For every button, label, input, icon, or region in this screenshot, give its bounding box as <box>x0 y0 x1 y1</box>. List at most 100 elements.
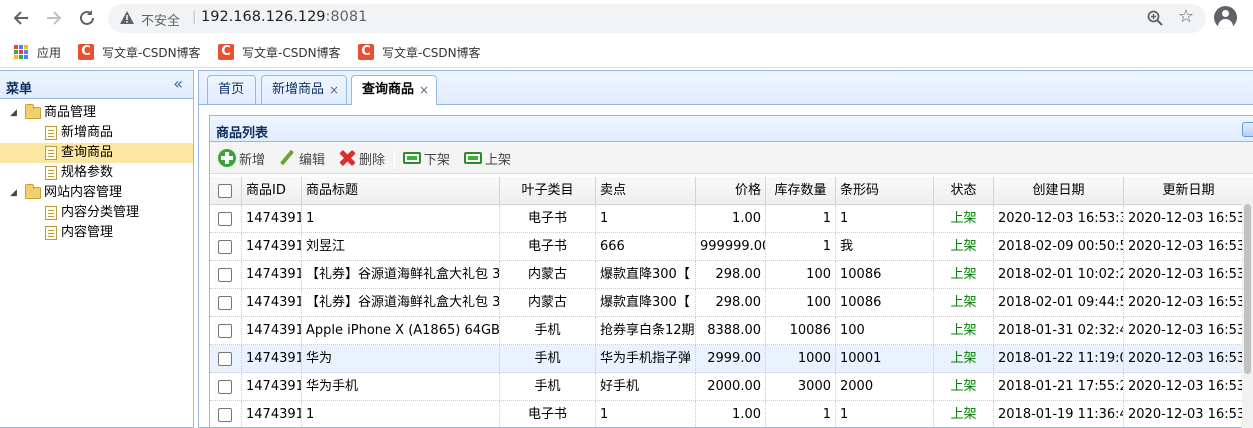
product-table: 商品ID 商品标题 叶子类目 卖点 价格 库存数量 条形码 状态 创建日期 更新… <box>210 177 1253 428</box>
off-shelf-button[interactable]: 下架 <box>403 147 450 169</box>
tab-home[interactable]: 首页 <box>207 75 256 104</box>
row-checkbox[interactable] <box>218 380 232 394</box>
cell-stock: 1 <box>766 401 836 428</box>
table-row[interactable]: 1474391 【礼券】谷源道海鲜礼盒大礼包 3 内蒙古 爆款直降300【 298.00… <box>210 289 1253 317</box>
forward-arrow-icon[interactable] <box>43 7 65 29</box>
bookmark-csdn-3[interactable]: C 写文章-CSDN博客 <box>358 42 481 62</box>
cell-category: 内蒙古 <box>500 261 596 289</box>
tree-node-spec-params[interactable]: 规格参数 <box>0 163 193 183</box>
add-button-label: 新增 <box>239 152 266 168</box>
column-header-id[interactable]: 商品ID <box>242 177 302 205</box>
row-checkbox[interactable] <box>218 268 232 282</box>
cell-updated: 2020-12-03 16:53: <box>1124 289 1253 317</box>
tab-label: 首页 <box>218 82 245 97</box>
tree-expand-triangle-icon[interactable]: ◢ <box>10 183 17 203</box>
tree-node-site-content[interactable]: ◢ 网站内容管理 <box>0 183 193 203</box>
tree-node-add-product[interactable]: 新增商品 <box>0 123 193 143</box>
collapse-double-left-icon[interactable]: « <box>173 74 183 93</box>
column-header-stock[interactable]: 库存数量 <box>766 177 836 205</box>
column-header-title[interactable]: 商品标题 <box>302 177 500 205</box>
tab-query-product[interactable]: 查询商品 × <box>351 75 437 105</box>
reload-icon[interactable] <box>76 7 98 29</box>
cell-status: 上架 <box>934 205 994 233</box>
cell-price: 1.00 <box>696 401 766 428</box>
table-row[interactable]: 1474391 1 电子书 1 1.00 1 1 上架 2018-01-19 11:36:4 20… <box>210 401 1253 428</box>
row-select-cell <box>210 373 242 401</box>
table-row[interactable]: 1474391 1 电子书 1 1.00 1 1 上架 2020-12-03 16:53:3 20… <box>210 205 1253 233</box>
url-text[interactable]: 192.168.126.129:8081 <box>201 9 367 25</box>
column-header-status[interactable]: 状态 <box>934 177 994 205</box>
tree-node-label: 网站内容管理 <box>44 185 123 200</box>
bookmark-star-icon[interactable]: ☆ <box>1178 6 1194 27</box>
edit-button[interactable]: 编辑 <box>278 147 325 169</box>
table-vertical-scrollbar[interactable] <box>1242 204 1253 428</box>
row-select-cell <box>210 233 242 261</box>
not-secure-label[interactable]: 不安全 <box>141 10 180 29</box>
tree-node-label: 规格参数 <box>61 165 114 180</box>
column-header-category[interactable]: 叶子类目 <box>500 177 596 205</box>
back-arrow-icon[interactable] <box>10 7 32 29</box>
panel-collapse-icon[interactable] <box>1242 122 1253 137</box>
row-checkbox[interactable] <box>218 212 232 226</box>
address-bar[interactable]: 不安全 | 192.168.126.129:8081 ☆ <box>108 4 1206 33</box>
zoom-icon[interactable] <box>1146 9 1164 27</box>
table-header-row: 商品ID 商品标题 叶子类目 卖点 价格 库存数量 条形码 状态 创建日期 更新… <box>210 177 1253 205</box>
close-icon[interactable]: × <box>329 76 339 104</box>
column-header-price[interactable]: 价格 <box>696 177 766 205</box>
panel-title: 商品列表 <box>216 126 269 141</box>
table-row[interactable]: 1474391 刘昱江 电子书 666 999999.00 1 我上架 2018-02-09 … <box>210 233 1253 261</box>
cell-stock: 1000 <box>766 345 836 373</box>
profile-avatar-icon[interactable] <box>1214 6 1237 29</box>
cell-barcode: 10086 <box>836 289 934 317</box>
tree-node-product-management[interactable]: ◢ 商品管理 <box>0 103 193 123</box>
cell-title: 华为 <box>302 345 500 373</box>
on-shelf-button-label: 上架 <box>485 152 512 168</box>
tree-node-content-category[interactable]: 内容分类管理 <box>0 203 193 223</box>
cell-id: 1474391 <box>242 401 302 428</box>
column-header-sell-point[interactable]: 卖点 <box>596 177 696 205</box>
delete-button[interactable]: 删除 <box>338 147 385 169</box>
column-header-barcode[interactable]: 条形码 <box>836 177 934 205</box>
table-row[interactable]: 1474391 华为 手机 华为手机指子弹 2999.00 1000 10001 上架 2018… <box>210 345 1253 373</box>
table-row[interactable]: 1474391 华为手机 手机 好手机 2000.00 3000 2000 上架 2018-01… <box>210 373 1253 401</box>
add-button[interactable]: 新增 <box>218 147 265 169</box>
row-checkbox[interactable] <box>218 324 232 338</box>
bookmark-csdn-1[interactable]: C 写文章-CSDN博客 <box>78 42 201 62</box>
cell-updated: 2020-12-03 16:53: <box>1124 401 1253 428</box>
cell-category: 手机 <box>500 373 596 401</box>
column-header-updated[interactable]: 更新日期 <box>1124 177 1253 205</box>
on-shelf-button[interactable]: 上架 <box>464 147 511 169</box>
table-row[interactable]: 1474391 Apple iPhone X (A1865) 64GB 手机 抢券享白… <box>210 317 1253 345</box>
cell-id: 1474391 <box>242 317 302 345</box>
tab-label: 查询商品 <box>362 82 415 97</box>
row-checkbox[interactable] <box>218 240 232 254</box>
tree-node-content-management[interactable]: 内容管理 <box>0 223 193 243</box>
tab-add-product[interactable]: 新增商品 × <box>261 75 347 104</box>
row-checkbox[interactable] <box>218 408 232 422</box>
bookmark-csdn-2[interactable]: C 写文章-CSDN博客 <box>218 42 341 62</box>
row-checkbox[interactable] <box>218 296 232 310</box>
table-row[interactable]: 1474391 【礼券】谷源道海鲜礼盒大礼包 3 内蒙古 爆款直降300【 298.00… <box>210 261 1253 289</box>
product-list-panel: 商品列表 新增 编辑 删除 下架 上架 商品ID 商品标题 叶子类目 卖点 价格… <box>209 115 1253 428</box>
bookmark-apps[interactable]: 应用 <box>14 42 61 62</box>
cell-barcode: 1 <box>836 401 934 428</box>
cell-price: 1.00 <box>696 205 766 233</box>
cell-id: 1474391 <box>242 345 302 373</box>
cell-title: 刘昱江 <box>302 233 500 261</box>
tree-node-query-product[interactable]: 查询商品 <box>0 143 193 163</box>
select-all-checkbox[interactable] <box>218 184 232 198</box>
row-select-cell <box>210 345 242 373</box>
off-shelf-button-label: 下架 <box>424 152 451 168</box>
toolbar-separator <box>394 149 395 169</box>
cell-barcode: 2000 <box>836 373 934 401</box>
cell-id: 1474391 <box>242 205 302 233</box>
cell-sell-point: 爆款直降300【 <box>596 261 696 289</box>
tree-node-label: 内容管理 <box>61 225 114 240</box>
tree-expand-triangle-icon[interactable]: ◢ <box>10 103 17 123</box>
cell-category: 手机 <box>500 317 596 345</box>
close-icon[interactable]: × <box>419 76 429 104</box>
column-header-created[interactable]: 创建日期 <box>994 177 1124 205</box>
url-host: 192.168.126.129 <box>201 9 326 25</box>
scrollbar-thumb[interactable] <box>1244 204 1251 374</box>
row-checkbox[interactable] <box>218 352 232 366</box>
